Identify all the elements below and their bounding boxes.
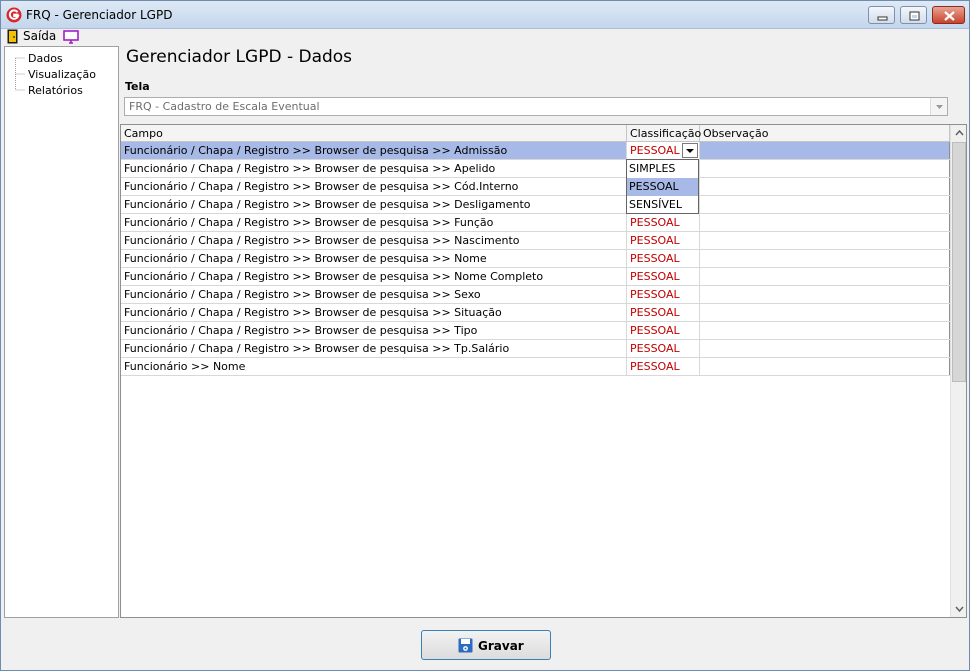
cell-campo[interactable]: Funcionário / Chapa / Registro >> Browse… xyxy=(121,286,627,303)
tree-item-label: Relatórios xyxy=(28,84,83,97)
cell-campo[interactable]: Funcionário / Chapa / Registro >> Browse… xyxy=(121,250,627,267)
cell-observacao[interactable] xyxy=(700,250,950,267)
save-button-label: Gravar xyxy=(478,639,524,653)
table-row[interactable]: Funcionário / Chapa / Registro >> Browse… xyxy=(121,232,950,250)
window-title: FRQ - Gerenciador LGPD xyxy=(26,8,173,22)
save-button[interactable]: Gravar xyxy=(421,630,551,660)
tree-connector xyxy=(15,82,25,91)
cell-observacao[interactable] xyxy=(700,304,950,321)
scroll-down-icon[interactable] xyxy=(951,600,967,617)
dropdown-option-simples[interactable]: SIMPLES xyxy=(627,160,698,178)
scrollbar-thumb[interactable] xyxy=(952,142,966,382)
column-header-observacao[interactable]: Observação xyxy=(700,125,950,142)
cell-campo[interactable]: Funcionário / Chapa / Registro >> Browse… xyxy=(121,196,627,213)
tree-item-dados[interactable]: Dados xyxy=(5,50,115,66)
tela-combobox-button[interactable] xyxy=(930,98,947,115)
cell-campo[interactable]: Funcionário >> Nome xyxy=(121,358,627,375)
tree-connector xyxy=(15,57,25,66)
page-title: Gerenciador LGPD - Dados xyxy=(126,47,353,67)
table-row[interactable]: Funcionário / Chapa / Registro >> Browse… xyxy=(121,196,950,214)
vertical-scrollbar[interactable] xyxy=(950,125,967,617)
tree-item-label: Dados xyxy=(28,52,63,65)
table-row[interactable]: Funcionário / Chapa / Registro >> Browse… xyxy=(121,160,950,178)
app-window: FRQ - Gerenciador LGPD Saída Dados Visua… xyxy=(0,0,970,671)
cell-campo[interactable]: Funcionário / Chapa / Registro >> Browse… xyxy=(121,268,627,285)
cell-classificacao[interactable]: PESSOAL xyxy=(627,214,700,231)
cell-classificacao[interactable]: PESSOAL xyxy=(627,358,700,375)
minimize-icon xyxy=(877,16,888,21)
cell-campo[interactable]: Funcionário / Chapa / Registro >> Browse… xyxy=(121,232,627,249)
cell-classificacao[interactable]: PESSOAL xyxy=(627,340,700,357)
cell-observacao[interactable] xyxy=(700,196,950,213)
cell-observacao[interactable] xyxy=(700,232,950,249)
tela-combobox[interactable]: FRQ - Cadastro de Escala Eventual xyxy=(124,97,948,116)
table-row[interactable]: Funcionário / Chapa / Registro >> Browse… xyxy=(121,304,950,322)
cell-classificacao[interactable]: PESSOAL xyxy=(627,304,700,321)
cell-campo[interactable]: Funcionário / Chapa / Registro >> Browse… xyxy=(121,142,627,159)
cell-campo[interactable]: Funcionário / Chapa / Registro >> Browse… xyxy=(121,322,627,339)
close-button[interactable] xyxy=(932,6,965,24)
title-bar[interactable]: FRQ - Gerenciador LGPD xyxy=(1,1,969,29)
table-row[interactable]: Funcionário / Chapa / Registro >> Browse… xyxy=(121,322,950,340)
app-logo-icon xyxy=(6,7,22,23)
minimize-button[interactable] xyxy=(868,6,895,24)
exit-menu-item[interactable]: Saída xyxy=(23,29,56,43)
classification-dropdown-button[interactable] xyxy=(682,143,698,158)
table-row[interactable]: Funcionário / Chapa / Registro >> Browse… xyxy=(121,142,950,160)
tree-item-visualizacao[interactable]: Visualização xyxy=(5,66,115,82)
table-row[interactable]: Funcionário / Chapa / Registro >> Browse… xyxy=(121,268,950,286)
table-row[interactable]: Funcionário / Chapa / Registro >> Browse… xyxy=(121,286,950,304)
cell-observacao[interactable] xyxy=(700,214,950,231)
table-row[interactable]: Funcionário / Chapa / Registro >> Browse… xyxy=(121,340,950,358)
cell-campo[interactable]: Funcionário / Chapa / Registro >> Browse… xyxy=(121,214,627,231)
column-header-campo[interactable]: Campo xyxy=(121,125,627,142)
table-row[interactable]: Funcionário / Chapa / Registro >> Browse… xyxy=(121,178,950,196)
cell-classificacao[interactable]: PESSOAL xyxy=(627,268,700,285)
exit-door-icon[interactable] xyxy=(7,29,19,44)
chevron-down-icon xyxy=(686,149,694,153)
cell-observacao[interactable] xyxy=(700,340,950,357)
cell-observacao[interactable] xyxy=(700,142,950,159)
tree-connector xyxy=(15,66,25,82)
table-row[interactable]: Funcionário >> Nome PESSOAL xyxy=(121,358,950,376)
tela-label: Tela xyxy=(125,80,150,93)
table-row[interactable]: Funcionário / Chapa / Registro >> Browse… xyxy=(121,250,950,268)
cell-classificacao[interactable]: PESSOAL xyxy=(627,250,700,267)
tree-item-relatorios[interactable]: Relatórios xyxy=(5,82,115,98)
dropdown-option-pessoal[interactable]: PESSOAL xyxy=(627,178,698,196)
menu-bar: Saída xyxy=(1,29,969,45)
cell-campo[interactable]: Funcionário / Chapa / Registro >> Browse… xyxy=(121,160,627,177)
cell-classificacao[interactable]: PESSOAL xyxy=(627,322,700,339)
cell-campo[interactable]: Funcionário / Chapa / Registro >> Browse… xyxy=(121,340,627,357)
dropdown-option-sensivel[interactable]: SENSÍVEL xyxy=(627,196,698,214)
cell-classificacao[interactable]: PESSOAL xyxy=(627,286,700,303)
cell-observacao[interactable] xyxy=(700,286,950,303)
data-grid: Campo Classificação Observação Funcionár… xyxy=(120,124,967,618)
cell-observacao[interactable] xyxy=(700,160,950,177)
table-row[interactable]: Funcionário / Chapa / Registro >> Browse… xyxy=(121,214,950,232)
chevron-down-icon xyxy=(936,105,943,109)
cell-observacao[interactable] xyxy=(700,268,950,285)
grid-header: Campo Classificação Observação xyxy=(121,125,950,142)
cell-observacao[interactable] xyxy=(700,178,950,195)
cell-observacao[interactable] xyxy=(700,358,950,375)
scroll-up-icon[interactable] xyxy=(951,125,967,142)
cell-campo[interactable]: Funcionário / Chapa / Registro >> Browse… xyxy=(121,304,627,321)
restore-icon xyxy=(909,11,920,21)
navigation-tree: Dados Visualização Relatórios xyxy=(4,46,119,618)
cell-classificacao[interactable]: PESSOAL xyxy=(627,232,700,249)
column-header-classificacao[interactable]: Classificação xyxy=(627,125,701,142)
save-disk-icon xyxy=(458,638,473,653)
tree-item-label: Visualização xyxy=(28,68,96,81)
classification-dropdown-list: SIMPLES PESSOAL SENSÍVEL xyxy=(626,159,699,214)
cell-observacao[interactable] xyxy=(700,322,950,339)
close-icon xyxy=(944,11,955,21)
tela-combobox-value: FRQ - Cadastro de Escala Eventual xyxy=(129,100,320,113)
monitor-icon[interactable] xyxy=(63,30,79,44)
cell-campo[interactable]: Funcionário / Chapa / Registro >> Browse… xyxy=(121,178,627,195)
restore-button[interactable] xyxy=(900,6,927,24)
